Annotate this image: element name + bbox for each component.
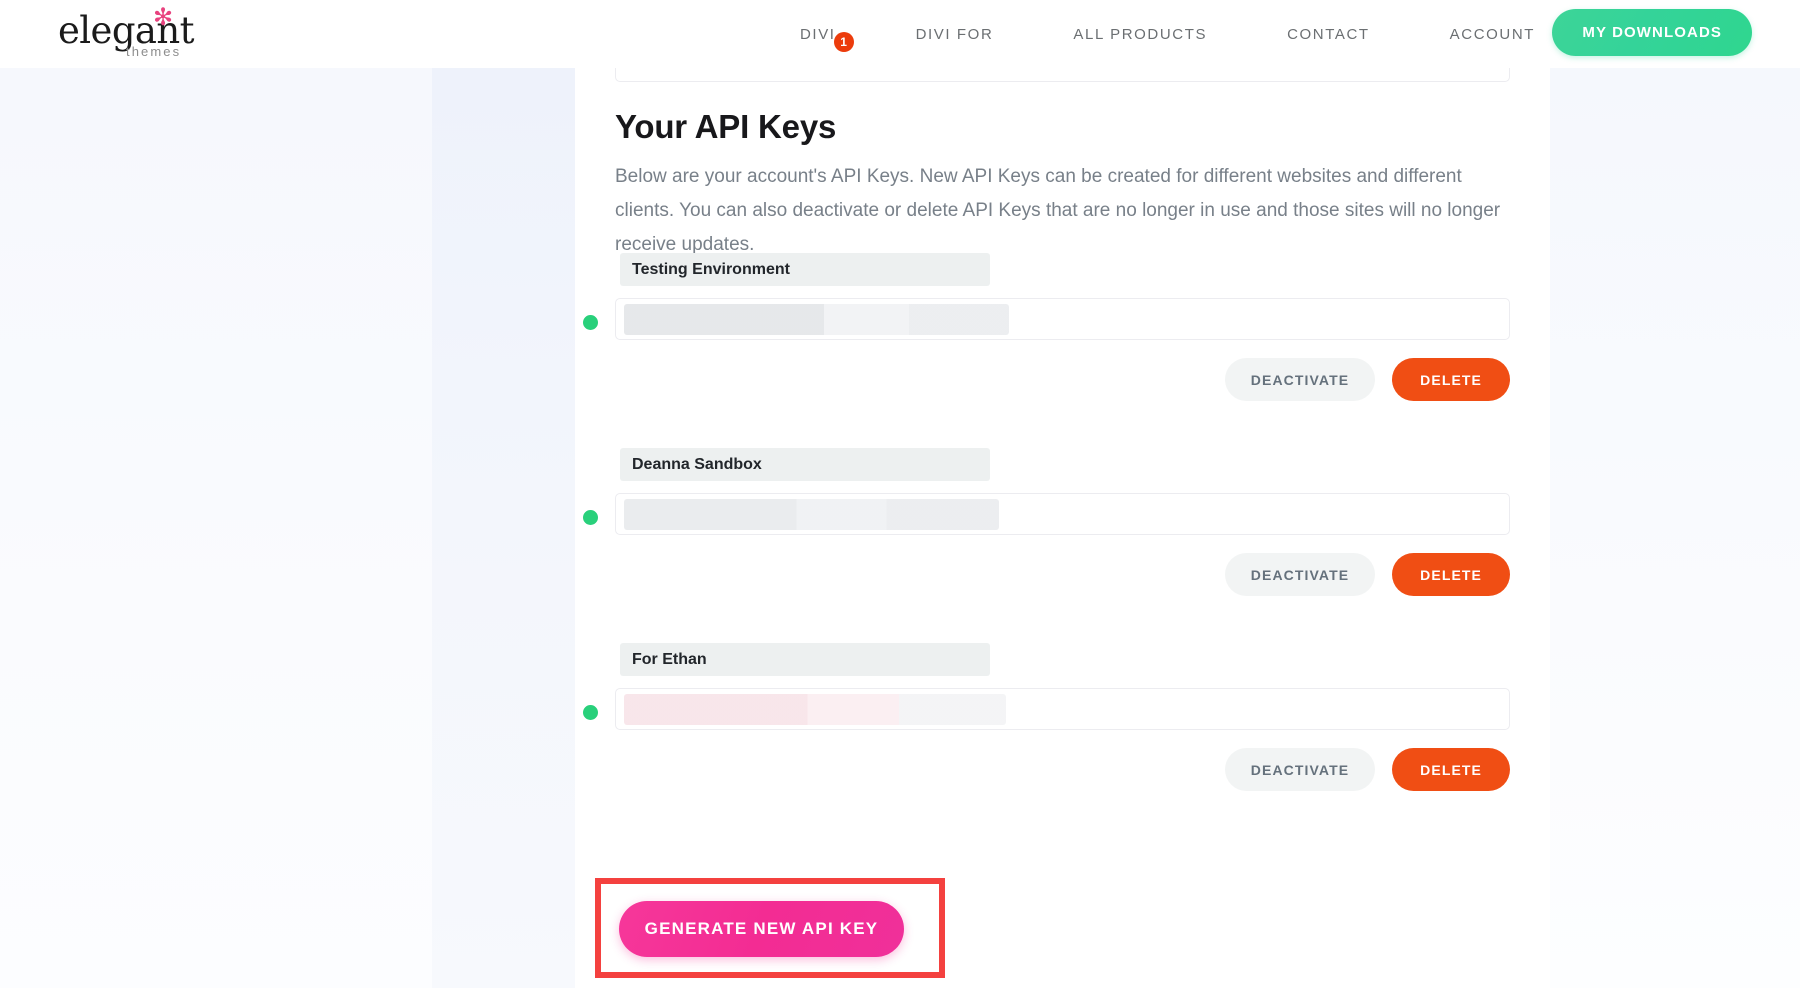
api-key-name-field[interactable] [620,253,990,286]
nav-item-all-products[interactable]: ALL PRODUCTS [1033,26,1247,43]
nav-item-contact[interactable]: CONTACT [1247,26,1410,43]
api-key-redaction [624,694,1006,725]
api-key-row: DEACTIVATE DELETE [575,448,1550,643]
background-right-panel [1550,68,1800,988]
elegant-themes-logo[interactable]: elegant ✻ themes [58,8,258,60]
content-card: Your API Keys Below are your account's A… [575,68,1550,988]
deactivate-button[interactable]: DEACTIVATE [1225,748,1375,791]
api-key-value-field[interactable] [615,298,1510,340]
my-downloads-button[interactable]: MY DOWNLOADS [1552,9,1752,56]
api-key-actions: DEACTIVATE DELETE [1225,553,1510,596]
nav-item-account[interactable]: ACCOUNT [1410,26,1575,43]
status-indicator-active [583,315,598,330]
api-key-value-field[interactable] [615,688,1510,730]
deactivate-button[interactable]: DEACTIVATE [1225,358,1375,401]
api-key-name-field[interactable] [620,643,990,676]
page-root: elegant ✻ themes DIVI 1 DIVI FOR ALL PRO… [0,0,1800,988]
api-key-redaction [624,499,999,530]
api-key-actions: DEACTIVATE DELETE [1225,358,1510,401]
api-key-redaction [624,304,1009,335]
nav-item-label: DIVI FOR [916,26,994,43]
nav-item-divi[interactable]: DIVI 1 [760,26,876,43]
status-indicator-active [583,705,598,720]
logo-subtitle: themes [126,44,181,59]
deactivate-button[interactable]: DEACTIVATE [1225,553,1375,596]
status-indicator-active [583,510,598,525]
delete-button[interactable]: DELETE [1392,748,1510,791]
api-key-name-field[interactable] [620,448,990,481]
site-header: elegant ✻ themes DIVI 1 DIVI FOR ALL PRO… [0,0,1800,68]
page-title: Your API Keys [615,108,836,146]
api-key-value-field[interactable] [615,493,1510,535]
notification-badge: 1 [834,32,854,52]
api-key-actions: DEACTIVATE DELETE [1225,748,1510,791]
api-key-row: DEACTIVATE DELETE [575,253,1550,448]
delete-button[interactable]: DELETE [1392,553,1510,596]
nav-item-label: ALL PRODUCTS [1073,26,1207,43]
generate-new-api-key-button[interactable]: GENERATE NEW API KEY [619,901,904,957]
nav-item-divi-for[interactable]: DIVI FOR [876,26,1034,43]
background-left-panel [0,68,432,988]
nav-item-label: ACCOUNT [1450,26,1535,43]
main-navigation: DIVI 1 DIVI FOR ALL PRODUCTS CONTACT ACC… [760,0,1575,68]
api-keys-list: DEACTIVATE DELETE DEACTIVATE DELETE [575,253,1550,838]
api-key-row: DEACTIVATE DELETE [575,643,1550,838]
page-description: Below are your account's API Keys. New A… [615,160,1515,262]
nav-item-label: DIVI [800,26,836,43]
asterisk-icon: ✻ [153,6,173,30]
nav-item-label: CONTACT [1287,26,1370,43]
delete-button[interactable]: DELETE [1392,358,1510,401]
